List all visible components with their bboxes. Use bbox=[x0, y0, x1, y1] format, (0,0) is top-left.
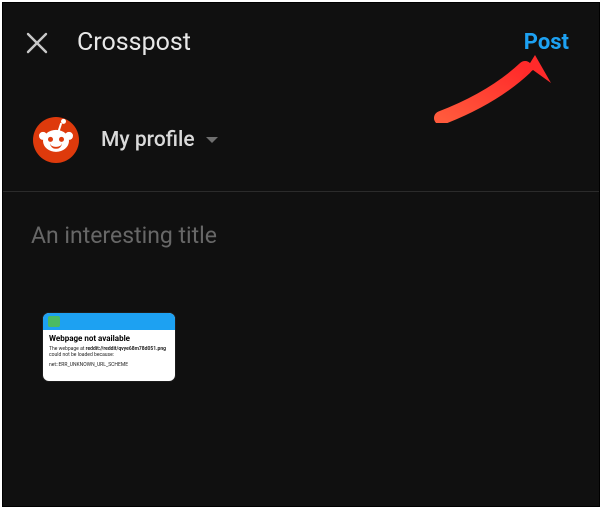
page-title: Crosspost bbox=[77, 28, 524, 57]
thumbnail-header-bar bbox=[43, 313, 175, 330]
profile-label: My profile bbox=[101, 128, 195, 152]
close-icon[interactable] bbox=[23, 29, 51, 57]
community-selector[interactable]: My profile bbox=[3, 101, 599, 191]
title-input[interactable]: An interesting title bbox=[31, 222, 571, 249]
avatar bbox=[33, 117, 79, 163]
thumbnail-error-line2: net::ERR_UNKNOWN_URL_SCHEME bbox=[49, 362, 169, 368]
crosspost-thumbnail[interactable]: Webpage not available The webpage at red… bbox=[43, 313, 175, 381]
thumbnail-error-line1: The webpage at reddit://reddit/qvye68m78… bbox=[49, 346, 169, 359]
chevron-down-icon bbox=[205, 131, 219, 150]
header: Crosspost Post bbox=[3, 3, 599, 75]
thumbnail-error-heading: Webpage not available bbox=[49, 334, 169, 343]
post-button[interactable]: Post bbox=[524, 30, 579, 55]
